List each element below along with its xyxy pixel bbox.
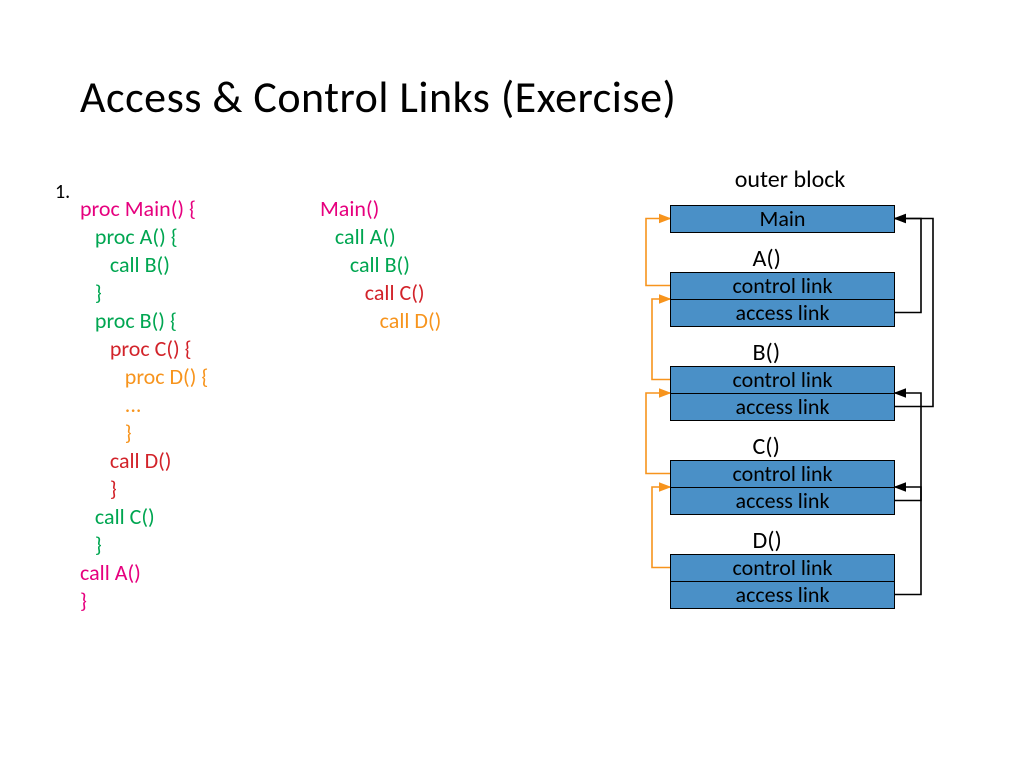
- code-line: call D(): [320, 307, 441, 335]
- code-line: call A(): [80, 559, 208, 587]
- frame-label: B(): [753, 338, 781, 367]
- frame-row: control link: [671, 555, 894, 582]
- code-line: }: [80, 587, 208, 615]
- frame-row: control link: [671, 461, 894, 488]
- activation-record: control linkaccess link: [670, 366, 895, 421]
- code-line: proc B() {: [80, 307, 208, 335]
- code-line: call A(): [320, 223, 441, 251]
- frame-row: Main: [671, 206, 894, 232]
- activation-record: control linkaccess link: [670, 554, 895, 609]
- code-block-left: proc Main() { proc A() { call B() } proc…: [80, 195, 208, 615]
- frame-row: access link: [671, 582, 894, 608]
- activation-record: control linkaccess link: [670, 272, 895, 327]
- frame-row: access link: [671, 488, 894, 514]
- frame-row: access link: [671, 300, 894, 326]
- frame-label: C(): [753, 432, 780, 461]
- frame-label: A(): [753, 244, 781, 273]
- code-line: }: [80, 475, 208, 503]
- code-line: proc D() {: [80, 363, 208, 391]
- code-line: }: [80, 279, 208, 307]
- code-line: Main(): [320, 195, 441, 223]
- code-line: call B(): [80, 251, 208, 279]
- stack-diagram: outer block MainA()control linkaccess li…: [570, 165, 1000, 725]
- code-line: call B(): [320, 251, 441, 279]
- code-line: call C(): [320, 279, 441, 307]
- list-number: 1.: [55, 180, 70, 204]
- code-line: }: [80, 531, 208, 559]
- frame-row: access link: [671, 394, 894, 420]
- code-line: }: [80, 419, 208, 447]
- code-block-right: Main() call A() call B() call C() call D…: [320, 195, 441, 335]
- code-line: proc A() {: [80, 223, 208, 251]
- activation-record: control linkaccess link: [670, 460, 895, 515]
- code-line: call C(): [80, 503, 208, 531]
- outer-block-label: outer block: [700, 165, 880, 194]
- page-title: Access & Control Links (Exercise): [80, 70, 676, 124]
- code-line: call D(): [80, 447, 208, 475]
- diagram-arrows: [570, 165, 1000, 725]
- frame-label: D(): [753, 526, 782, 555]
- activation-record: Main: [670, 205, 895, 233]
- frame-row: control link: [671, 273, 894, 300]
- code-line: proc Main() {: [80, 195, 208, 223]
- code-line: ...: [80, 391, 208, 419]
- code-line: proc C() {: [80, 335, 208, 363]
- frame-row: control link: [671, 367, 894, 394]
